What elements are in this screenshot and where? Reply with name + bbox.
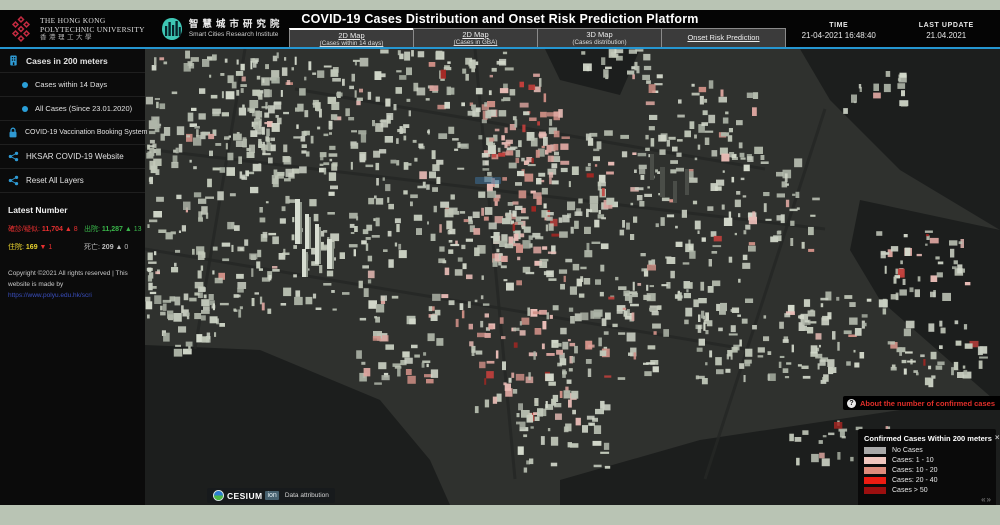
last-update-value: 21.04.2021 <box>893 31 1000 40</box>
time-display: TIME 21-04-2021 16:48:40 <box>785 22 893 40</box>
legend-swatch <box>864 457 886 464</box>
sidebar-item-reset-layers[interactable]: Reset All Layers <box>0 169 145 193</box>
cesium-ion-badge: ion <box>265 491 278 500</box>
help-icon: ? <box>847 399 856 408</box>
tab-onset-risk-prediction[interactable]: Onset Risk Prediction <box>661 28 786 47</box>
legend-panel: Confirmed Cases Within 200 meters × No C… <box>858 429 996 505</box>
time-label: TIME <box>785 22 893 29</box>
copyright-line1: Copyright ©2021 All rights reserved | Th… <box>8 268 142 279</box>
sidebar: Cases in 200 meters Cases within 14 Days… <box>0 49 145 505</box>
time-value: 21-04-2021 16:48:40 <box>785 31 893 40</box>
cesium-attribution: CESIUM ion Data attribution <box>207 488 335 503</box>
legend-item: No Cases <box>864 447 990 454</box>
legend-swatch <box>864 487 886 494</box>
lock-icon <box>8 127 18 138</box>
copyright: Copyright ©2021 All rights reserved | Th… <box>0 252 145 301</box>
header: THE HONG KONG POLYTECHNIC UNIVERSITY 香港理… <box>0 10 1000 47</box>
legend-resize-icon[interactable]: «» <box>981 496 992 504</box>
map-canvas[interactable]: ? About the number of confirmed cases Co… <box>145 49 1000 505</box>
legend-swatch <box>864 447 886 454</box>
legend-item: Cases: 20 - 40 <box>864 477 990 484</box>
stat-confirmed: 確診/疑似: 11,704 ▲ 8 <box>8 224 84 234</box>
legend-swatch <box>864 477 886 484</box>
legend-item: Cases > 50 <box>864 487 990 494</box>
tab-3d-map-distribution[interactable]: 3D Map (Cases distribution) <box>537 28 662 47</box>
cesium-brand: CESIUM <box>227 491 262 501</box>
building-icon <box>8 55 19 66</box>
stat-hospitalized: 住院: 169 ▼ 1 <box>8 242 84 252</box>
scri-website-link[interactable]: https://www.polyu.edu.hk/scri <box>8 290 142 301</box>
bullet-icon <box>22 106 28 112</box>
data-attribution-link[interactable]: Data attribution <box>285 492 329 499</box>
cesium-globe-icon <box>213 490 224 501</box>
stat-discharged: 出院: 11,287 ▲ 13 <box>84 224 142 234</box>
confirmed-cases-notice[interactable]: ? About the number of confirmed cases <box>843 396 1000 410</box>
last-update-display: LAST UPDATE 21.04.2021 <box>893 22 1000 40</box>
sidebar-item-label: Reset All Layers <box>26 176 84 185</box>
sidebar-item-label: Cases within 14 Days <box>35 80 107 89</box>
latest-number-title: Latest Number <box>8 205 137 215</box>
tab-2d-map-14days[interactable]: 2D Map (Cases within 14 days) <box>289 28 414 47</box>
sidebar-item-cases-14days[interactable]: Cases within 14 Days <box>0 73 145 97</box>
legend-item: Cases: 10 - 20 <box>864 467 990 474</box>
sidebar-item-label: All Cases (Since 23.01.2020) <box>35 104 132 113</box>
latest-number-stats: 確診/疑似: 11,704 ▲ 8 出院: 11,287 ▲ 13 住院: 16… <box>8 224 137 252</box>
sidebar-item-cases-200m[interactable]: Cases in 200 meters <box>0 49 145 73</box>
polyu-name-cn: 香港理工大學 <box>40 34 145 42</box>
share-icon <box>8 175 19 186</box>
sidebar-item-vaccination-booking[interactable]: COVID-19 Vaccination Booking System <box>0 121 145 145</box>
sidebar-item-label: Cases in 200 meters <box>26 56 108 66</box>
latest-number-panel: Latest Number 確診/疑似: 11,704 ▲ 8 出院: 11,2… <box>0 193 145 252</box>
tab-bar: 2D Map (Cases within 14 days) 2D Map (Ca… <box>290 28 786 47</box>
legend-title: Confirmed Cases Within 200 meters <box>864 434 992 443</box>
stat-deaths: 死亡: 209 ▲ 0 <box>84 242 142 252</box>
last-update-label: LAST UPDATE <box>893 22 1000 29</box>
tab-2d-map-gba[interactable]: 2D Map (Cases in GBA) <box>413 28 538 47</box>
legend-close-button[interactable]: × <box>995 434 1000 441</box>
share-icon <box>8 151 19 162</box>
clock-area: TIME 21-04-2021 16:48:40 LAST UPDATE 21.… <box>785 22 1000 40</box>
legend-item: Cases: 1 - 10 <box>864 457 990 464</box>
sidebar-item-label: COVID-19 Vaccination Booking System <box>25 129 147 136</box>
polyu-name-line2: POLYTECHNIC UNIVERSITY <box>40 25 145 34</box>
app-window: THE HONG KONG POLYTECHNIC UNIVERSITY 香港理… <box>0 10 1000 505</box>
sidebar-item-label: HKSAR COVID-19 Website <box>26 152 124 161</box>
scri-name-en: Smart Cities Research Institute <box>189 31 284 39</box>
sidebar-item-all-cases[interactable]: All Cases (Since 23.01.2020) <box>0 97 145 121</box>
sidebar-item-hksar-website[interactable]: HKSAR COVID-19 Website <box>0 145 145 169</box>
legend-swatch <box>864 467 886 474</box>
notice-text: About the number of confirmed cases <box>860 399 995 408</box>
copyright-line2: website is made by <box>8 279 142 290</box>
bullet-icon <box>22 82 28 88</box>
